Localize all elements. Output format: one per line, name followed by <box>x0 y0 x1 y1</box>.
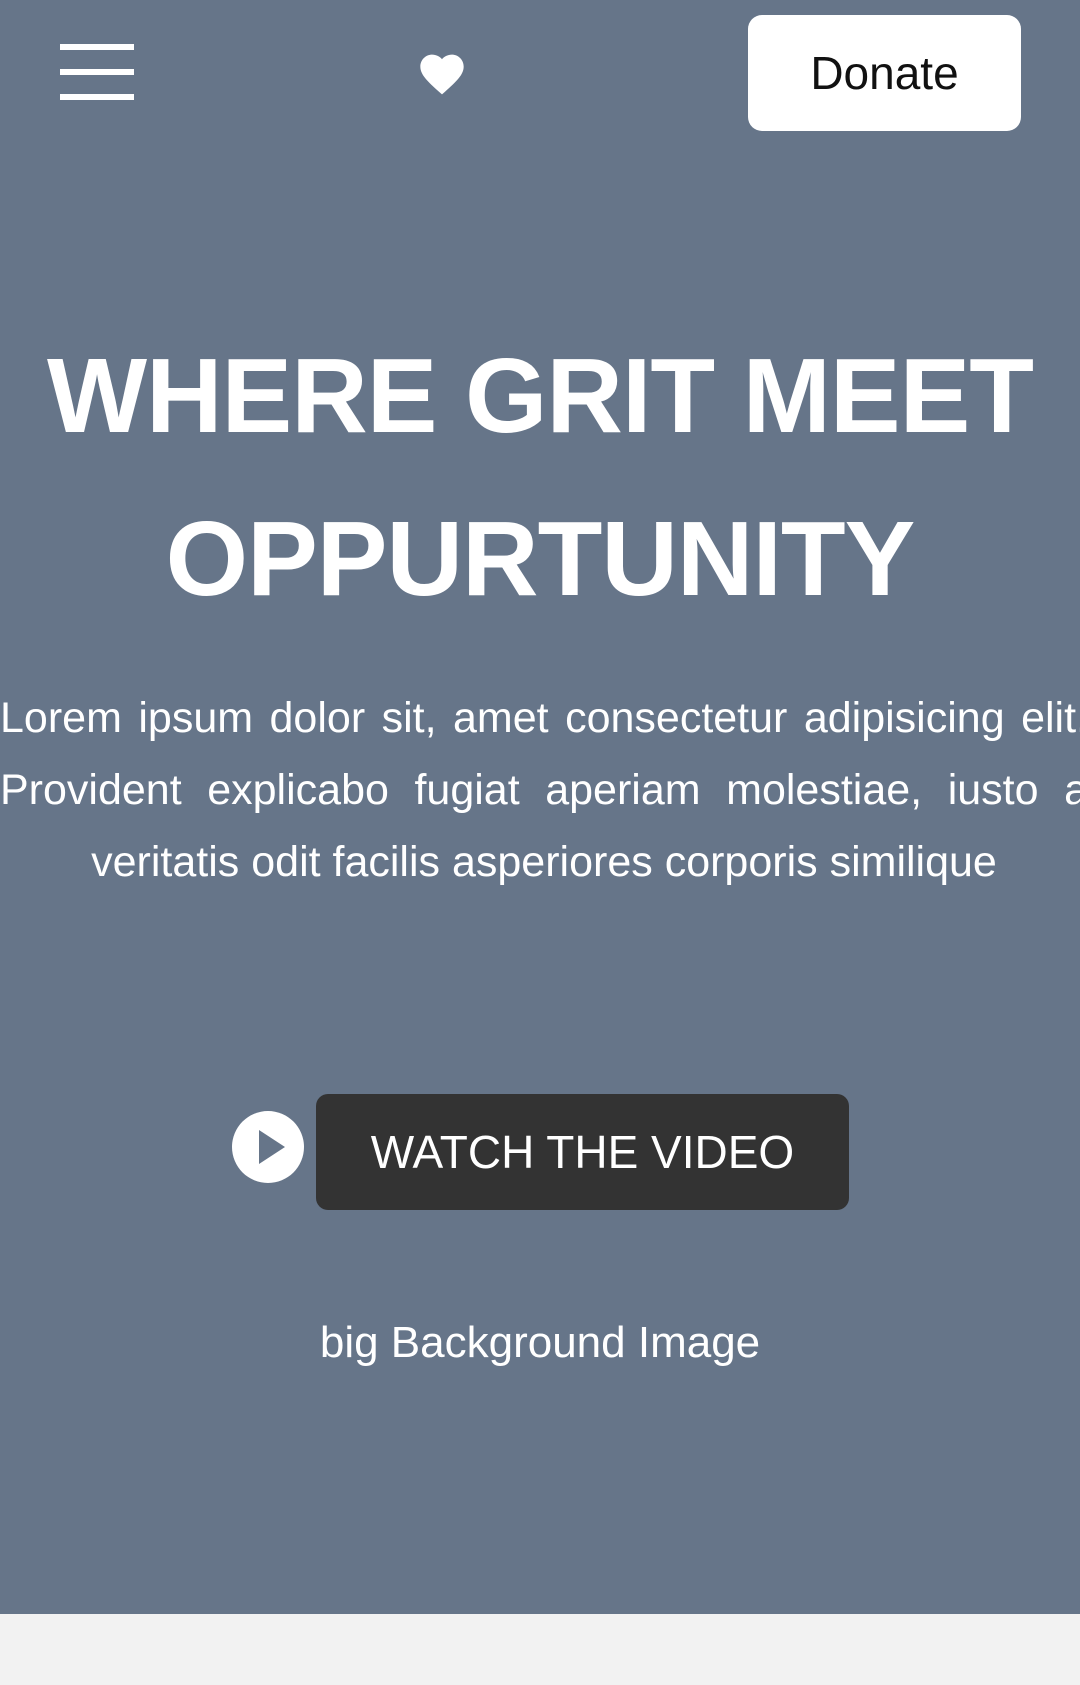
donate-button[interactable]: Donate <box>748 15 1021 131</box>
background-image-caption: big Background Image <box>319 1318 761 1367</box>
play-circle-icon[interactable] <box>232 1111 304 1183</box>
hamburger-menu-button[interactable] <box>58 43 136 103</box>
hero-section: Donate WHERE GRIT MEET OPPURTUNITY Lorem… <box>0 0 1080 1614</box>
hero-headline: WHERE GRIT MEET OPPURTUNITY <box>46 337 1034 618</box>
menu-icon-bar <box>60 44 134 50</box>
menu-icon-bar <box>60 69 134 75</box>
watch-video-button[interactable]: WATCH THE VIDEO <box>316 1094 849 1210</box>
heart-icon <box>420 54 464 95</box>
menu-icon-bar <box>60 94 134 100</box>
hero-intro-text: Lorem ipsum dolor sit, amet consectetur … <box>0 694 1080 886</box>
